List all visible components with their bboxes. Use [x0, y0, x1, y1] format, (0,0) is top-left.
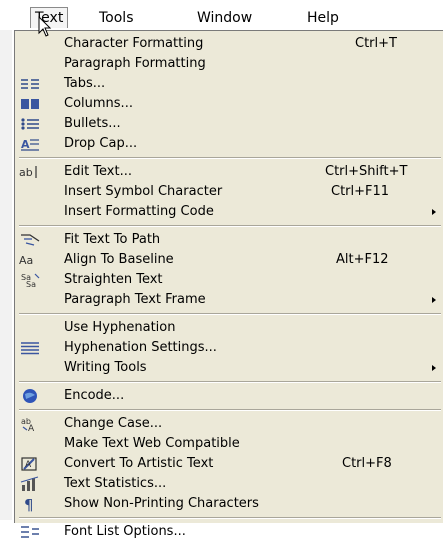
menu-item-label: Writing Tools	[64, 360, 147, 375]
menu-item-label: Columns...	[64, 96, 133, 111]
menu-item-label: Drop Cap...	[64, 136, 138, 151]
menu-separator	[19, 313, 441, 315]
svg-text:A: A	[28, 424, 35, 432]
convert-artistic-icon: A	[19, 456, 41, 472]
menu-item-label: Edit Text...	[64, 164, 132, 179]
submenu-arrow-icon	[432, 365, 436, 371]
menu-item-columns[interactable]: Columns...	[15, 94, 443, 114]
align-baseline-icon: Aa	[19, 252, 41, 268]
svg-text:A: A	[21, 138, 30, 151]
menu-item-shortcut: Ctrl+F8	[342, 456, 392, 471]
text-menu: Character Formatting Ctrl+T Paragraph Fo…	[14, 30, 443, 539]
svg-text:Sa: Sa	[26, 280, 36, 288]
mouse-pointer-icon	[38, 16, 52, 37]
menu-item-show-non-printing-characters[interactable]: ¶ Show Non-Printing Characters	[15, 494, 443, 514]
menu-separator	[19, 157, 441, 159]
menu-item-shortcut: Alt+F12	[336, 252, 389, 267]
straighten-text-icon: Sa Sa	[19, 272, 41, 288]
columns-icon	[19, 96, 41, 112]
menu-item-label: Insert Symbol Character	[64, 184, 223, 199]
hyphenation-icon	[19, 340, 41, 356]
menu-item-shortcut: Ctrl+Shift+T	[325, 164, 408, 179]
menu-item-writing-tools[interactable]: Writing Tools	[15, 358, 443, 378]
fit-text-to-path-icon	[19, 232, 41, 248]
bullets-icon	[19, 116, 41, 132]
menu-item-insert-formatting-code[interactable]: Insert Formatting Code	[15, 202, 443, 222]
menubar-help[interactable]: Help	[303, 8, 343, 28]
menu-item-character-formatting[interactable]: Character Formatting Ctrl+T	[15, 34, 443, 54]
menu-item-label: Paragraph Text Frame	[64, 292, 206, 307]
menu-item-encode[interactable]: Encode...	[15, 386, 443, 406]
menu-item-insert-symbol-character[interactable]: Insert Symbol Character Ctrl+F11	[15, 182, 443, 202]
menu-item-label: Align To Baseline	[64, 252, 174, 267]
menu-item-text-statistics[interactable]: Text Statistics...	[15, 474, 443, 494]
menu-item-label: Use Hyphenation	[64, 320, 176, 335]
menu-item-label: Encode...	[64, 388, 125, 403]
menu-separator	[19, 409, 441, 411]
menu-item-bullets[interactable]: Bullets...	[15, 114, 443, 134]
menubar-tools[interactable]: Tools	[95, 8, 138, 28]
menu-item-label: Character Formatting	[64, 36, 204, 51]
menu-item-change-case[interactable]: ab A Change Case...	[15, 414, 443, 434]
font-list-icon	[19, 524, 41, 540]
menubar-window[interactable]: Window	[193, 8, 256, 28]
menu-item-label: Bullets...	[64, 116, 121, 131]
edit-text-icon: ab	[19, 164, 41, 180]
menu-item-paragraph-formatting[interactable]: Paragraph Formatting	[15, 54, 443, 74]
tabs-icon	[19, 76, 41, 92]
menu-item-make-text-web-compatible[interactable]: Make Text Web Compatible	[15, 434, 443, 454]
menu-separator	[19, 381, 441, 383]
menu-item-label: Change Case...	[64, 416, 163, 431]
menu-item-label: Convert To Artistic Text	[64, 456, 214, 471]
menu-bar: Text Tools Window Help	[0, 0, 443, 30]
drop-cap-icon: A	[19, 136, 41, 152]
menu-item-label: Text Statistics...	[64, 476, 167, 491]
menu-item-label: Tabs...	[64, 76, 106, 91]
menu-item-label: Paragraph Formatting	[64, 56, 206, 71]
change-case-icon: ab A	[19, 416, 41, 432]
menu-item-label: Straighten Text	[64, 272, 163, 287]
menu-item-hyphenation-settings[interactable]: Hyphenation Settings...	[15, 338, 443, 358]
menu-item-fit-text-to-path[interactable]: Fit Text To Path	[15, 230, 443, 250]
submenu-arrow-icon	[432, 209, 436, 215]
svg-text:ab: ab	[19, 166, 33, 179]
menu-item-label: Make Text Web Compatible	[64, 436, 240, 451]
menu-item-shortcut: Ctrl+F11	[331, 184, 390, 199]
menu-separator	[19, 225, 441, 227]
menu-separator	[19, 517, 441, 519]
menu-item-shortcut: Ctrl+T	[355, 36, 397, 51]
menu-item-use-hyphenation[interactable]: Use Hyphenation	[15, 318, 443, 338]
menu-item-label: Fit Text To Path	[64, 232, 161, 247]
svg-text:Aa: Aa	[19, 254, 33, 267]
menu-item-font-list-options[interactable]: Font List Options...	[15, 522, 443, 540]
menu-item-align-to-baseline[interactable]: Aa Align To Baseline Alt+F12	[15, 250, 443, 270]
menu-item-tabs[interactable]: Tabs...	[15, 74, 443, 94]
pilcrow-icon: ¶	[19, 496, 41, 512]
menu-item-paragraph-text-frame[interactable]: Paragraph Text Frame	[15, 290, 443, 310]
background-window-edge	[0, 30, 12, 520]
menu-item-label: Show Non-Printing Characters	[64, 496, 259, 511]
encode-icon	[19, 388, 41, 404]
svg-text:A: A	[25, 460, 32, 470]
menu-item-label: Hyphenation Settings...	[64, 340, 217, 355]
svg-text:¶: ¶	[24, 496, 34, 512]
submenu-arrow-icon	[432, 297, 436, 303]
menu-item-label: Font List Options...	[64, 524, 186, 539]
menu-item-label: Insert Formatting Code	[64, 204, 214, 219]
menu-item-edit-text[interactable]: ab Edit Text... Ctrl+Shift+T	[15, 162, 443, 182]
menu-item-straighten-text[interactable]: Sa Sa Straighten Text	[15, 270, 443, 290]
text-statistics-icon	[19, 476, 41, 492]
menu-item-drop-cap[interactable]: A Drop Cap...	[15, 134, 443, 154]
menu-item-convert-to-artistic-text[interactable]: A Convert To Artistic Text Ctrl+F8	[15, 454, 443, 474]
